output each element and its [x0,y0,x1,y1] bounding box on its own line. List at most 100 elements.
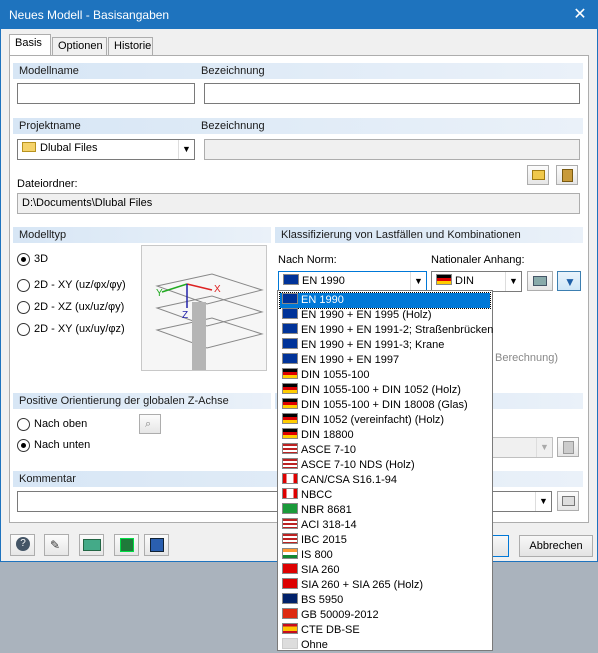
modell-bezeichnung-input[interactable] [204,83,580,104]
nationaler-anhang-select[interactable]: DIN ▼ [431,271,522,292]
anhang-value: DIN [455,275,474,287]
dropdown-item-label: EN 1990 + EN 1995 (Holz) [301,309,432,321]
dropdown-item[interactable]: DIN 1055-100 [280,368,490,383]
dropdown-item-label: SIA 260 [301,564,340,576]
nationaler-anhang-label: Nationaler Anhang: [431,254,525,266]
dropdown-item[interactable]: DIN 1052 (vereinfacht) (Holz) [280,413,490,428]
units-icon [83,539,101,551]
dropdown-item-label: NBCC [301,489,333,501]
tab-historie[interactable]: Historie [108,37,153,55]
new-project-button[interactable] [527,165,549,185]
ch-flag-icon [282,578,298,589]
section-header-modelltyp: Modelltyp [13,227,271,243]
ok-button[interactable] [491,535,509,557]
dropdown-item-label: DIN 1052 (vereinfacht) (Holz) [301,414,445,426]
document-icon [150,538,164,552]
kommentar-label: Kommentar [19,473,76,485]
dropdown-item-label: IS 800 [301,549,333,561]
de-flag-icon [282,398,298,409]
dropdown-item[interactable]: EN 1990 + EN 1995 (Holz) [280,308,490,323]
tab-basis[interactable]: Basis [9,34,51,56]
dropdown-item-label: Ohne [301,639,328,651]
dropdown-item[interactable]: EN 1990 + EN 1991-2; Straßenbrücken [280,323,494,338]
klassifizierung-label: Klassifizierung von Lastfällen und Kombi… [281,229,521,241]
modellname-input[interactable] [17,83,195,104]
dropdown-item[interactable]: ASCE 7-10 [280,443,490,458]
dropdown-item[interactable]: DIN 1055-100 + DIN 18008 (Glas) [280,398,490,413]
de-flag-icon [282,368,298,379]
orientierung-label: Positive Orientierung der globalen Z-Ach… [19,395,229,407]
tab-optionen[interactable]: Optionen [52,37,107,55]
edit-button[interactable]: ✎ [44,534,69,556]
ch-flag-icon [282,563,298,574]
chevron-down-icon: ▼ [410,272,426,291]
dropdown-item[interactable]: NBCC [280,488,490,503]
import-button[interactable] [114,534,139,556]
dropdown-item-label: ACI 318-14 [301,519,357,531]
projektname-select[interactable]: Dlubal Files ▼ [17,139,195,160]
settings-icon [533,276,547,286]
radio-button[interactable] [17,323,30,336]
dropdown-item[interactable]: DIN 1055-100 + DIN 1052 (Holz) [280,383,490,398]
close-button[interactable]: ✕ [569,4,591,26]
dropdown-item[interactable]: EN 1990 [279,292,491,309]
cancel-button[interactable]: Abbrechen [519,535,593,557]
radio-button[interactable] [17,439,30,452]
radio-button[interactable] [17,279,30,292]
eu-flag-icon [282,323,298,334]
dropdown-item[interactable]: CTE DB-SE [280,623,490,638]
cabinet-icon [563,441,574,454]
dropdown-item[interactable]: GB 50009-2012 [280,608,490,623]
dropdown-item[interactable]: NBR 8681 [280,503,490,518]
dropdown-item-label: DIN 1055-100 + DIN 1052 (Holz) [301,384,461,396]
dropdown-item[interactable]: DIN 18800 [280,428,490,443]
us-flag-icon [282,458,298,469]
dropdown-item[interactable]: ACI 318-14 [280,518,490,533]
norm-select[interactable]: EN 1990 ▼ [278,271,427,292]
edit-annex-button[interactable] [527,271,553,291]
radio-button[interactable] [17,301,30,314]
dropdown-item-label: DIN 1055-100 + DIN 18008 (Glas) [301,399,468,411]
dropdown-item[interactable]: EN 1990 + EN 1997 [280,353,490,368]
radio-button[interactable] [17,253,30,266]
comment-manager-button[interactable] [557,491,579,511]
svg-text:Y: Y [156,288,163,299]
project-manager-button[interactable] [556,165,578,185]
export-button[interactable] [144,534,169,556]
eu-flag-icon [282,293,298,304]
tab-label: Optionen [58,40,103,52]
dropdown-item-label: EN 1990 + EN 1991-3; Krane [301,339,445,351]
dropdown-item-label: IBC 2015 [301,534,347,546]
units-button[interactable] [79,534,104,556]
es-flag-icon [282,623,298,634]
tab-label: Historie [114,40,152,52]
svg-text:Z: Z [182,310,188,321]
help-button[interactable]: ? [10,534,35,556]
dropdown-item[interactable]: ASCE 7-10 NDS (Holz) [280,458,490,473]
help-icon: ? [16,537,30,551]
nach-norm-label: Nach Norm: [278,254,337,266]
title-bar: Neues Modell - Basisangaben ✕ [1,1,597,29]
radio-button[interactable] [17,418,30,431]
radio-label: Nach oben [34,418,88,430]
ca-flag-icon [282,488,298,499]
eu-flag-icon [282,353,298,364]
dropdown-item-label: EN 1990 + EN 1991-2; Straßenbrücken [301,324,494,336]
disabled-select: ▼ [491,437,553,458]
norm-dropdown-list[interactable]: EN 1990 EN 1990 + EN 1995 (Holz) EN 1990 +… [277,290,493,651]
dropdown-item[interactable]: SIA 260 [280,563,490,578]
dropdown-item[interactable]: EN 1990 + EN 1991-3; Krane [280,338,490,353]
radio-label: Nach unten [34,439,91,451]
dropdown-item[interactable]: BS 5950 [280,593,490,608]
dropdown-item[interactable]: SIA 260 + SIA 265 (Holz) [280,578,490,593]
dropdown-item-label: NBR 8681 [301,504,352,516]
svg-text:X: X [214,284,221,295]
tab-label: Basis [15,37,42,49]
cn-flag-icon [282,608,298,619]
dropdown-item[interactable]: IS 800 [280,548,490,563]
filter-button[interactable]: ▼ [557,271,581,291]
dropdown-item[interactable]: IBC 2015 [280,533,490,548]
dropdown-item[interactable]: CAN/CSA S16.1-94 [280,473,490,488]
dropdown-item-label: EN 1990 [301,294,344,306]
orientation-preview-button[interactable]: ⌕ [139,414,161,434]
